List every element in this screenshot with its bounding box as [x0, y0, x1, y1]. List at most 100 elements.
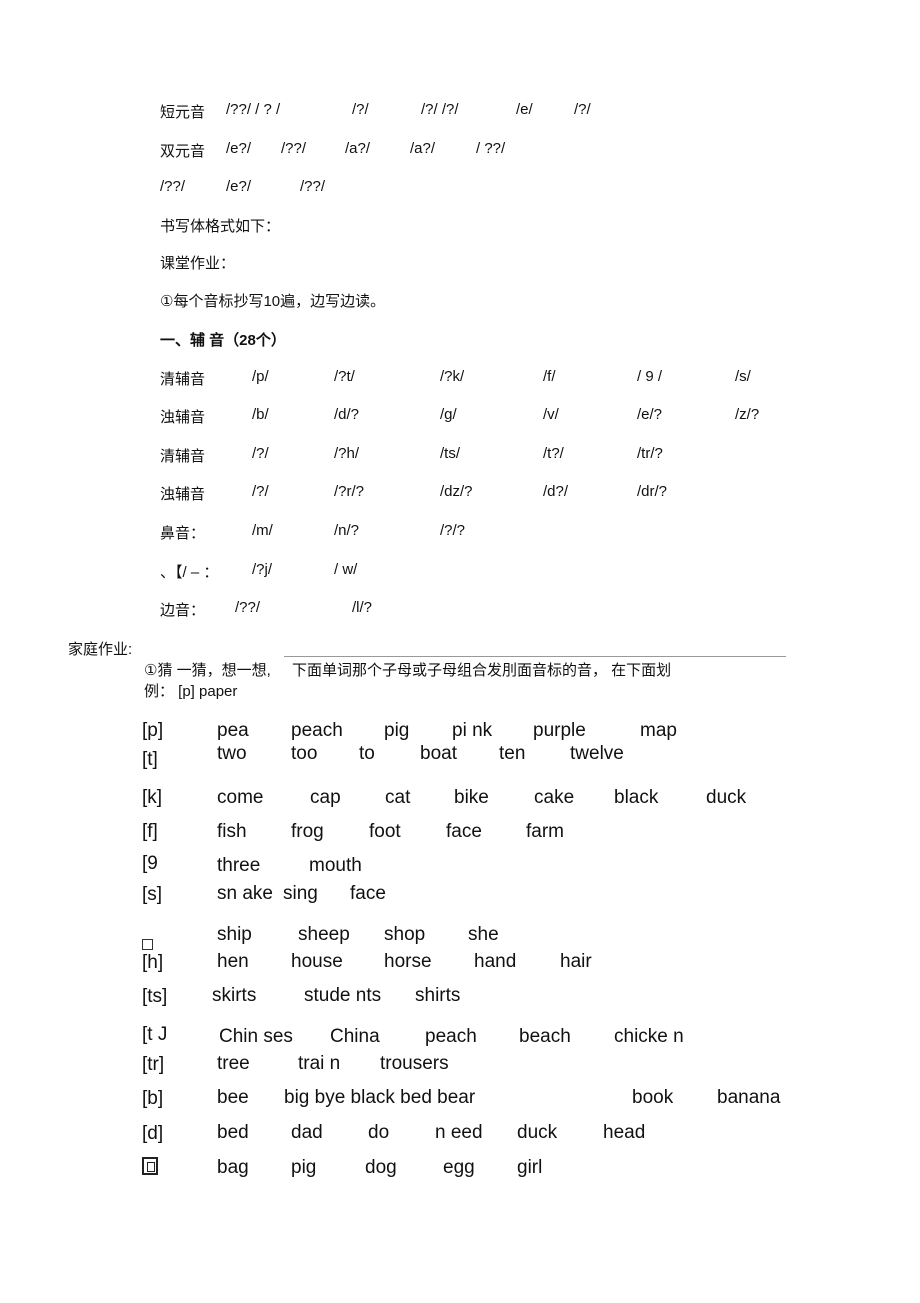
- practice-word: pig: [384, 720, 410, 741]
- practice-word: pi nk: [452, 720, 493, 741]
- phonetic-item: /f/: [543, 368, 556, 385]
- phonetic-item: /s/: [735, 368, 751, 385]
- practice-word: banana: [717, 1087, 781, 1108]
- phonetic-item: /??/: [281, 140, 307, 157]
- phonetic-item: /dr/?: [637, 483, 668, 500]
- row-label: 边音：: [160, 602, 206, 619]
- classwork-heading: 课堂作业：: [160, 255, 236, 272]
- practice-word: face: [446, 821, 482, 842]
- practice-word: bike: [454, 787, 489, 808]
- practice-word: stude nts: [304, 985, 382, 1006]
- phonetic-item: /n/?: [334, 522, 360, 539]
- phonetic-item: /a?/: [345, 140, 371, 157]
- phonetic-item: /?/ /?/: [421, 101, 459, 118]
- phonetic-item: /??/: [235, 599, 261, 616]
- practice-word: chicke n: [614, 1026, 684, 1047]
- row-label: 浊辅音: [160, 409, 206, 426]
- row-label: 清辅音: [160, 448, 206, 465]
- row-label: 双元音: [160, 143, 206, 160]
- phonetic-item: /a?/: [410, 140, 436, 157]
- practice-word: cake: [534, 787, 575, 808]
- phonetic-symbol: [b]: [142, 1088, 164, 1109]
- phonetic-symbol: [t J: [142, 1024, 168, 1045]
- practice-word: China: [330, 1026, 380, 1047]
- practice-word: two: [217, 743, 247, 764]
- phonetic-item: /v/: [543, 406, 559, 423]
- phonetic-symbol: [f]: [142, 821, 158, 842]
- phonetic-item: /m/: [252, 522, 273, 539]
- practice-word: pea: [217, 720, 249, 741]
- phonetic-symbol: [p]: [142, 720, 164, 741]
- practice-word: trousers: [380, 1053, 449, 1074]
- phonetic-item: /d/?: [334, 406, 360, 423]
- phonetic-symbol: [142, 1155, 158, 1177]
- practice-word: sheep: [298, 924, 350, 945]
- practice-word: ship: [217, 924, 252, 945]
- phonetic-symbol: [t]: [142, 749, 158, 770]
- phonetic-symbol: [tr]: [142, 1054, 165, 1075]
- practice-word: come: [217, 787, 264, 808]
- phonetic-item: / ??/: [476, 140, 506, 157]
- practice-word: duck: [517, 1122, 558, 1143]
- phonetic-item: / w/: [334, 561, 358, 578]
- practice-word: big bye black bed bear: [284, 1087, 476, 1108]
- practice-word: peach: [291, 720, 343, 741]
- phonetic-item: /??/ / ? /: [226, 101, 281, 118]
- practice-word: farm: [526, 821, 564, 842]
- practice-word: mouth: [309, 855, 362, 876]
- practice-word: bed: [217, 1122, 249, 1143]
- practice-word: pig: [291, 1157, 317, 1178]
- phonetic-item: /l/?: [352, 599, 373, 616]
- phonetic-item: /?/: [252, 483, 269, 500]
- phonetic-item: /e?/: [226, 178, 252, 195]
- phonetic-item: /b/: [252, 406, 269, 423]
- missing-glyph-box-icon: [142, 939, 153, 951]
- phonetic-symbol: [h]: [142, 952, 164, 973]
- practice-word: shop: [384, 924, 426, 945]
- homework-instruction: ①猜 一猜，想一想,: [144, 662, 271, 679]
- practice-word: n eed: [435, 1122, 483, 1143]
- practice-word: fish: [217, 821, 247, 842]
- phonetic-item: /dz/?: [440, 483, 473, 500]
- phonetic-item: /?k/: [440, 368, 465, 385]
- practice-word: three: [217, 855, 261, 876]
- practice-word: map: [640, 720, 677, 741]
- practice-word: bag: [217, 1157, 249, 1178]
- practice-word: hen: [217, 951, 249, 972]
- practice-word: sn ake: [217, 883, 273, 904]
- practice-word: she: [468, 924, 499, 945]
- phonetic-item: /??/: [160, 178, 186, 195]
- practice-word: bee: [217, 1087, 249, 1108]
- row-label: 浊辅音: [160, 486, 206, 503]
- phonetic-item: /ts/: [440, 445, 461, 462]
- phonetic-item: /?/?: [440, 522, 466, 539]
- phonetic-item: /?/: [352, 101, 369, 118]
- practice-word: too: [291, 743, 318, 764]
- phonetic-item: /p/: [252, 368, 269, 385]
- practice-word: cap: [310, 787, 341, 808]
- phonetic-item: /?j/: [252, 561, 273, 578]
- phonetic-symbol: [s]: [142, 884, 163, 905]
- divider-line: [284, 656, 786, 657]
- practice-word: girl: [517, 1157, 543, 1178]
- practice-word: dad: [291, 1122, 323, 1143]
- phonetic-item: /e/: [516, 101, 533, 118]
- phonetic-symbol: [ts]: [142, 986, 168, 1007]
- practice-word: sing: [283, 883, 318, 904]
- practice-word: hand: [474, 951, 517, 972]
- phonetic-symbol: [d]: [142, 1123, 164, 1144]
- practice-word: duck: [706, 787, 747, 808]
- phonetic-item: /g/: [440, 406, 457, 423]
- practice-word: dog: [365, 1157, 397, 1178]
- practice-word: skirts: [212, 985, 257, 1006]
- row-label: 短元音: [160, 104, 206, 121]
- practice-word: cat: [385, 787, 411, 808]
- phonetic-item: /?r/?: [334, 483, 365, 500]
- phonetic-item: /?h/: [334, 445, 360, 462]
- phonetic-item: /d?/: [543, 483, 569, 500]
- practice-word: foot: [369, 821, 401, 842]
- homework-example: 例： [p] paper: [144, 683, 238, 700]
- practice-word: to: [359, 743, 375, 764]
- homework-instruction-cont: 下面单词那个子母或子母组合发刖面音标的音， 在下面划: [292, 662, 672, 679]
- phonetic-item: /?/: [574, 101, 591, 118]
